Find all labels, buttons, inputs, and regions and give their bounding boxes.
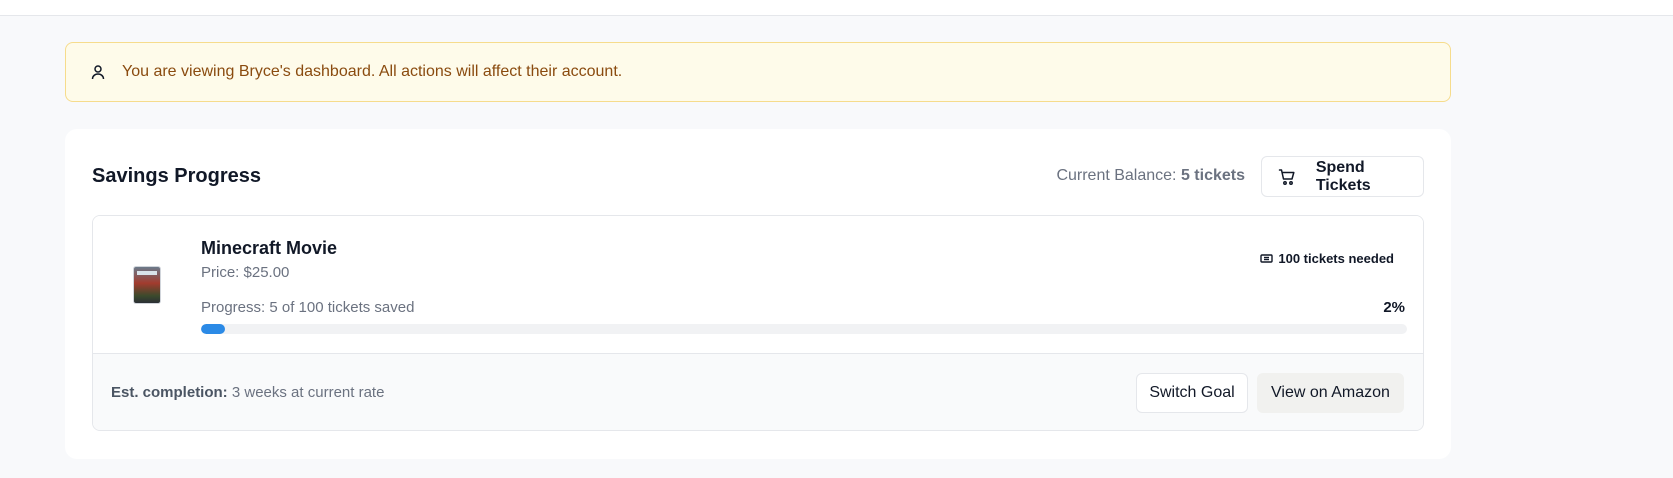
tickets-needed-text: 100 tickets needed [1278,251,1394,266]
user-icon [86,60,110,84]
estimated-completion: Est. completion: 3 weeks at current rate [111,384,384,401]
top-bar [0,0,1673,16]
goal-name: Minecraft Movie [201,238,338,258]
progress-bar [201,324,1407,334]
progress-text: Progress: 5 of 100 tickets saved [201,299,415,316]
balance-value: 5 tickets [1180,167,1245,184]
progress-bar-fill [201,324,226,334]
progress-percent: 2% [1383,299,1405,316]
goal-item: Minecraft Movie Price: $25.00 100 ticket… [92,215,1424,431]
est-value: 3 weeks at current rate [231,384,385,401]
spend-tickets-button[interactable]: Spend Tickets [1261,156,1424,197]
notice-text: You are viewing Bryce's dashboard. All a… [122,63,623,80]
goal-details: Minecraft Movie Price: $25.00 100 ticket… [93,216,1423,353]
savings-progress-card: Savings Progress Current Balance: 5 tick… [65,129,1451,459]
tickets-needed-badge: 100 tickets needed [1260,251,1394,266]
est-label: Est. completion: [111,384,228,401]
view-on-amazon-button[interactable]: View on Amazon [1257,373,1404,413]
balance-label: Current Balance: [1056,167,1177,184]
goal-thumbnail [134,267,160,303]
goal-footer: Est. completion: 3 weeks at current rate… [93,353,1423,430]
switch-goal-button[interactable]: Switch Goal [1136,373,1248,413]
ticket-icon [1260,252,1274,266]
current-balance: Current Balance: 5 tickets [1056,167,1245,185]
impersonation-notice: You are viewing Bryce's dashboard. All a… [65,42,1451,102]
goal-price: Price: $25.00 [201,264,290,281]
spend-tickets-label: Spend Tickets [1315,158,1371,194]
cart-icon [1278,167,1298,187]
card-title: Savings Progress [92,165,261,187]
